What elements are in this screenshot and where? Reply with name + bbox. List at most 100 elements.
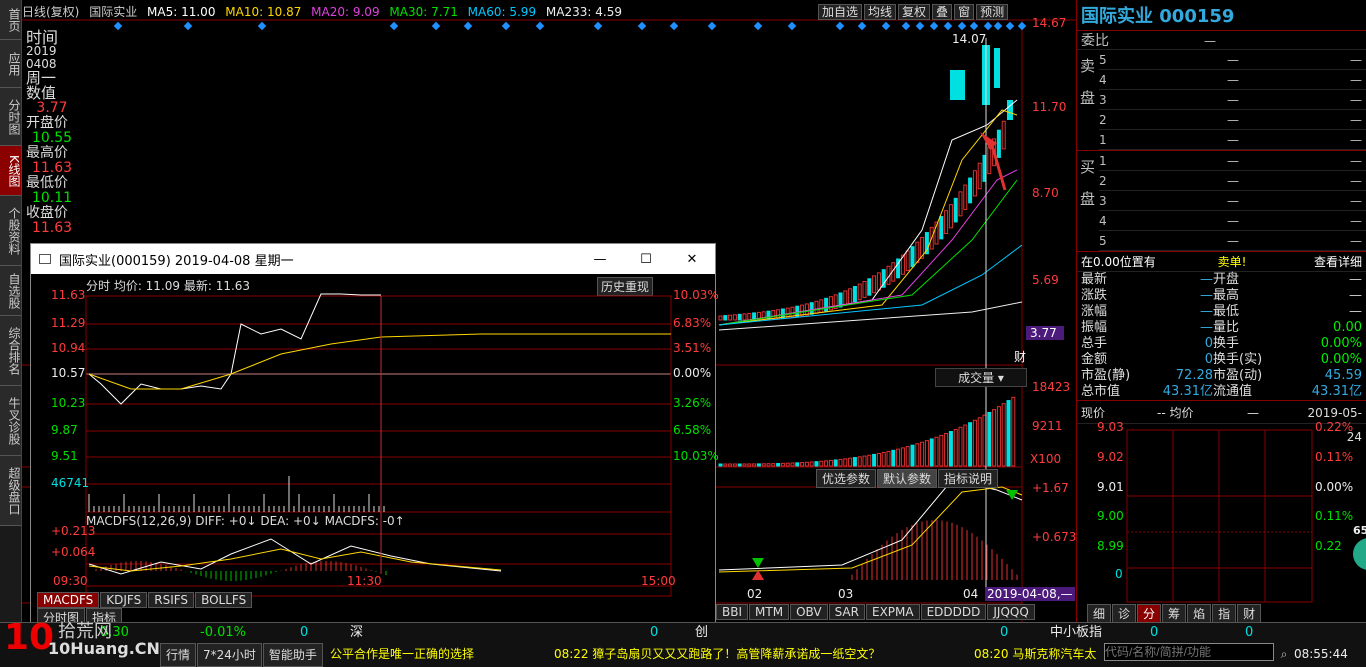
avg-dash: — — [1247, 406, 1259, 420]
nav-ranking[interactable]: 综合排名 — [0, 316, 21, 386]
tab-diag[interactable]: 诊 — [1112, 604, 1137, 623]
overlay-button[interactable]: 叠 — [932, 4, 953, 20]
detail-link[interactable]: 查看详细 — [1277, 252, 1366, 271]
tab-chips[interactable]: 筹 — [1162, 604, 1187, 623]
ma30: MA30: 7.71 — [389, 5, 458, 19]
sell-order[interactable]: 卖单! — [1187, 252, 1277, 271]
nav-timeshare[interactable]: 分时图 — [0, 88, 21, 146]
minimize-icon[interactable]: — — [577, 252, 623, 267]
nav-watchlist[interactable]: 自选股 — [0, 266, 21, 316]
popup-tabs: MACDFS KDJFS RSIFS BOLLFS — [37, 592, 253, 608]
close-icon[interactable]: ✕ — [669, 252, 715, 267]
candle — [968, 177, 973, 204]
nav-apps[interactable]: 应用 — [0, 40, 21, 88]
sz-label[interactable]: 深 — [350, 623, 650, 643]
tab-detail[interactable]: 细 — [1087, 604, 1112, 623]
tab-macdfs[interactable]: MACDFS — [37, 592, 100, 608]
nav-super-panel[interactable]: 超级盘口 — [0, 456, 21, 526]
tab-bollfs[interactable]: BOLLFS — [195, 592, 253, 608]
forecast-button[interactable]: 预测 — [976, 4, 1009, 20]
float-circle[interactable] — [1353, 538, 1366, 570]
buy-level-2[interactable]: 2 — — — [1099, 171, 1366, 191]
volume-bar — [732, 463, 737, 467]
search-input[interactable] — [1103, 643, 1274, 661]
opt-param-tab[interactable]: 优选参数 — [816, 469, 877, 488]
sell-level-3[interactable]: 3 — — — [1099, 90, 1366, 110]
tab-rsifs[interactable]: RSIFS — [148, 592, 195, 608]
nav-kline[interactable]: K线图 — [0, 146, 21, 196]
nav-home[interactable]: 首页 — [0, 0, 21, 40]
tab-bbi[interactable]: BBI — [716, 604, 749, 620]
volume-bar — [920, 441, 925, 467]
position-text: 在0.00位置有 — [1081, 255, 1156, 269]
sell-level-num: 2 — [1099, 113, 1107, 127]
volume-bar — [910, 444, 915, 467]
tab-eddddd[interactable]: EDDDDD — [920, 604, 987, 620]
news-3[interactable]: 08:20 马斯克称汽车太 — [974, 643, 1104, 667]
buy-level-num: 4 — [1099, 214, 1107, 228]
volume-bar — [987, 411, 992, 467]
tab-obv[interactable]: OBV — [790, 604, 828, 620]
quote-button[interactable]: 行情 — [160, 643, 197, 667]
indicator-tabs: BBI MTM OBV SAR EXPMA EDDDDD JJQQQ — [716, 604, 1036, 620]
buy-price: — — [1227, 194, 1239, 208]
volume-bar — [929, 438, 934, 467]
popup-titlebar[interactable]: 国际实业(000159) 2019-04-08 星期一 — ☐ ✕ — [31, 244, 715, 274]
sell-level-1[interactable]: 1 — — — [1099, 130, 1366, 150]
tab-fen[interactable]: 分 — [1137, 604, 1162, 623]
info-panel: 时间 2019 0408 周一 数值 3.77 开盘价 10.55 最高价 11… — [26, 30, 78, 236]
default-param-tab[interactable]: 默认参数 — [877, 469, 938, 488]
tab-jjqqq[interactable]: JJQQQ — [987, 604, 1035, 620]
volume-bar — [867, 454, 872, 467]
sell-level-5[interactable]: 5 — — — [1099, 50, 1366, 70]
maximize-icon[interactable]: ☐ — [623, 252, 669, 267]
volume-bar — [891, 449, 896, 467]
stat-row: 金额 0 换手(实) 0.00% — [1081, 352, 1362, 367]
nav-stock-info[interactable]: 个股资料 — [0, 196, 21, 266]
volume-bar — [790, 462, 795, 467]
cy-label[interactable]: 创 — [695, 623, 1000, 643]
tab-kdjfs[interactable]: KDJFS — [100, 592, 148, 608]
tab-expma[interactable]: EXPMA — [865, 604, 920, 620]
popup-macd-label: MACDFS(12,26,9) DIFF: +0↓ DEA: +0↓ MACDF… — [86, 514, 405, 528]
popup-right-axis: 3.51% — [673, 341, 712, 355]
sme-label[interactable]: 中小板指 — [1050, 623, 1150, 643]
signal-diamond — [957, 21, 967, 31]
sh-vol: 0 — [300, 625, 309, 640]
search-icon[interactable]: ⌕ — [1274, 643, 1294, 667]
window-button[interactable]: 窗 — [954, 4, 975, 20]
sell-level-4[interactable]: 4 — — — [1099, 70, 1366, 90]
tab-sar[interactable]: SAR — [828, 604, 865, 620]
window-icon — [39, 254, 51, 264]
nav-diagnosis[interactable]: 牛叉诊股 — [0, 386, 21, 456]
volume-bar — [958, 426, 963, 467]
add-watch-button[interactable]: 加自选 — [818, 4, 863, 20]
buy-level-5[interactable]: 5 — — — [1099, 231, 1366, 251]
news-1[interactable]: 公平合作是唯一正确的选择 — [324, 643, 554, 667]
news247-button[interactable]: 7*24小时 — [197, 643, 262, 667]
ma-button[interactable]: 均线 — [864, 4, 897, 20]
tab-finance[interactable]: 财 — [1237, 604, 1262, 623]
chart-frame — [85, 295, 672, 597]
buy-level-3[interactable]: 3 — — — [1099, 191, 1366, 211]
timeshare-chart[interactable] — [31, 274, 717, 622]
volume-label[interactable]: 成交量 ▾ — [935, 368, 1027, 387]
sell-level-num: 1 — [1099, 133, 1107, 147]
tab-index[interactable]: 指 — [1212, 604, 1237, 623]
adjust-button[interactable]: 复权 — [898, 4, 931, 20]
indicator-desc-tab[interactable]: 指标说明 — [938, 469, 999, 488]
volume-bar — [761, 463, 766, 467]
macd-axis-2: +0.673 — [1032, 530, 1077, 544]
volume-bar — [886, 450, 891, 467]
assistant-button[interactable]: 智能助手 — [262, 643, 323, 667]
news-2[interactable]: 08:22 獐子岛扇贝又又又跑路了！高管降薪承诺成一纸空文？ — [554, 643, 974, 667]
buy-level-4[interactable]: 4 — — — [1099, 211, 1366, 231]
timeshare-popup[interactable]: 国际实业(000159) 2019-04-08 星期一 — ☐ ✕ 分时 均价:… — [30, 243, 719, 627]
buy-level-1[interactable]: 1 — — — [1099, 151, 1366, 171]
tab-flame[interactable]: 焰 — [1187, 604, 1212, 623]
sell-level-2[interactable]: 2 — — — [1099, 110, 1366, 130]
signal-diamond — [901, 21, 911, 31]
buy-vol: — — [1350, 194, 1362, 208]
tab-mtm[interactable]: MTM — [749, 604, 790, 620]
price-axis-2: 11.70 — [1032, 100, 1067, 114]
